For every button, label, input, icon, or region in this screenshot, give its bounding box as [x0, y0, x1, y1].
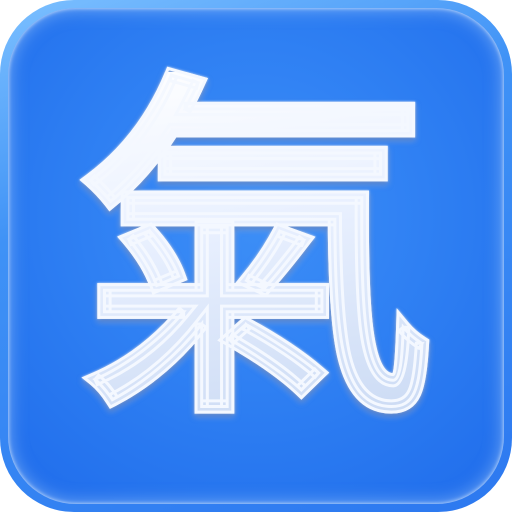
glyph-container: 氣 — [0, 0, 512, 512]
app-icon[interactable]: 氣 — [0, 0, 512, 512]
qi-character-glyph: 氣 — [75, 40, 438, 463]
